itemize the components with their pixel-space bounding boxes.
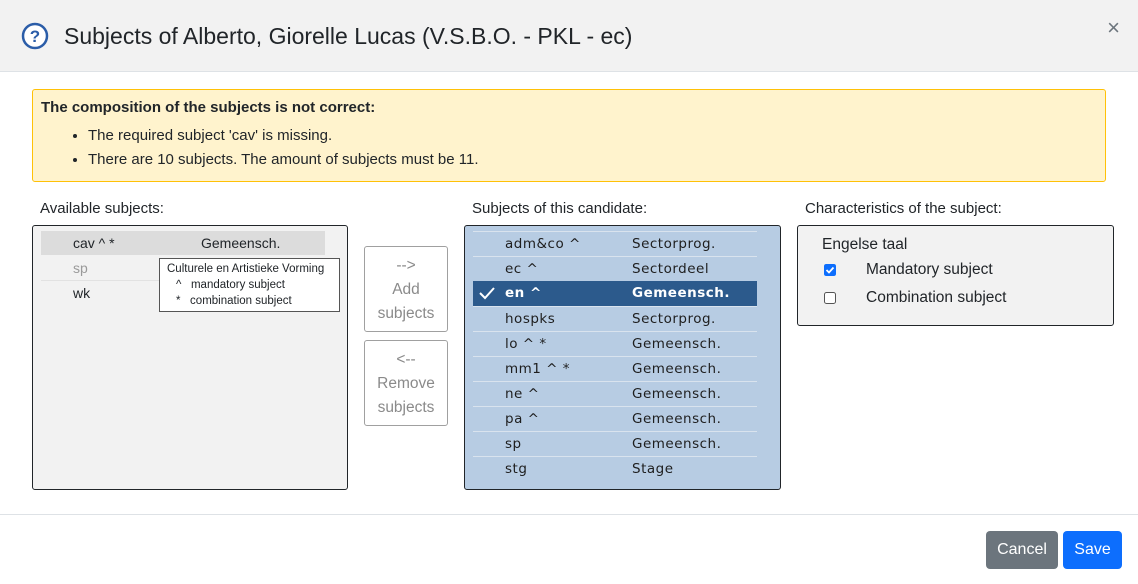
subject-code: cav ^ * bbox=[73, 235, 115, 251]
candidate-subjects-label: Subjects of this candidate: bbox=[472, 200, 648, 217]
dialog-title: Subjects of Alberto, Giorelle Lucas (V.S… bbox=[64, 23, 633, 49]
tooltip-title: Culturele en Artistieke Vorming bbox=[167, 263, 325, 275]
list-item[interactable]: hospks Sectorprog. bbox=[473, 306, 757, 331]
list-item[interactable]: ne ^ Gemeensch. bbox=[473, 381, 757, 406]
subject-code: wk bbox=[73, 285, 91, 301]
alert-message: There are 10 subjects. The amount of sub… bbox=[88, 148, 1097, 172]
save-button[interactable]: Save bbox=[1063, 531, 1122, 569]
subject-code: adm&co ^ bbox=[505, 236, 581, 252]
add-subjects-button[interactable]: --> Add subjects bbox=[364, 246, 448, 332]
tooltip-legend-mandatory: ^ mandatory subject bbox=[176, 279, 285, 291]
characteristics-label: Characteristics of the subject: bbox=[805, 200, 1002, 217]
list-item[interactable]: sp Gemeensch. bbox=[473, 431, 757, 456]
alert-message-list: The required subject 'cav' is missing. T… bbox=[41, 124, 1097, 172]
subject-code: mm1 ^ * bbox=[505, 361, 571, 377]
svg-text:?: ? bbox=[30, 27, 40, 46]
arrow-right-icon: --> bbox=[396, 257, 416, 274]
subject-sector: Gemeensch. bbox=[632, 411, 722, 427]
subject-sector: Gemeensch. bbox=[632, 336, 722, 352]
subject-code: en ^ bbox=[505, 285, 542, 301]
list-item[interactable]: pa ^ Gemeensch. bbox=[473, 406, 757, 431]
candidate-subjects-list[interactable]: adm&co ^ Sectorprog. ec ^ Sectordeel en … bbox=[464, 225, 781, 490]
subject-sector: Gemeensch. bbox=[201, 235, 281, 251]
list-item-selected[interactable]: en ^ Gemeensch. bbox=[473, 281, 757, 306]
footer-divider bbox=[0, 514, 1138, 515]
list-item[interactable]: mm1 ^ * Gemeensch. bbox=[473, 356, 757, 381]
subject-code: pa ^ bbox=[505, 411, 540, 427]
arrow-left-icon: <-- bbox=[396, 351, 416, 368]
remove-subjects-label: Remove bbox=[377, 375, 435, 392]
subject-sector: Stage bbox=[632, 461, 674, 477]
remove-subjects-button[interactable]: <-- Remove subjects bbox=[364, 340, 448, 426]
alert-title: The composition of the subjects is not c… bbox=[41, 99, 376, 116]
cancel-button[interactable]: Cancel bbox=[986, 531, 1058, 569]
list-item[interactable]: adm&co ^ Sectorprog. bbox=[473, 231, 757, 256]
available-subjects-label: Available subjects: bbox=[40, 200, 164, 217]
subject-code: sp bbox=[73, 260, 88, 276]
subject-sector: Sectorprog. bbox=[632, 311, 716, 327]
subject-code: hospks bbox=[505, 311, 556, 327]
mandatory-label: Mandatory subject bbox=[866, 261, 993, 278]
subject-sector: Gemeensch. bbox=[632, 285, 731, 301]
remove-subjects-label: subjects bbox=[377, 399, 435, 416]
checkmark-icon bbox=[479, 287, 495, 300]
subject-sector: Gemeensch. bbox=[632, 436, 722, 452]
subject-code: lo ^ * bbox=[505, 336, 547, 352]
subject-name: Engelse taal bbox=[822, 236, 908, 253]
close-icon[interactable]: × bbox=[1107, 16, 1120, 40]
list-item[interactable]: cav ^ * Gemeensch. bbox=[41, 231, 325, 255]
list-item[interactable]: ec ^ Sectordeel bbox=[473, 256, 757, 281]
mandatory-checkbox[interactable] bbox=[824, 264, 836, 276]
subject-code: ne ^ bbox=[505, 386, 540, 402]
subject-sector: Sectorprog. bbox=[632, 236, 716, 252]
characteristics-panel: Engelse taal Mandatory subject Combinati… bbox=[797, 225, 1114, 326]
subject-code: sp bbox=[505, 436, 522, 452]
add-subjects-label: Add bbox=[392, 281, 420, 298]
combination-label: Combination subject bbox=[866, 289, 1007, 306]
list-item[interactable]: lo ^ * Gemeensch. bbox=[473, 331, 757, 356]
subject-sector: Gemeensch. bbox=[632, 361, 722, 377]
validation-alert: The composition of the subjects is not c… bbox=[32, 89, 1106, 182]
subject-sector: Gemeensch. bbox=[632, 386, 722, 402]
combination-checkbox[interactable] bbox=[824, 292, 836, 304]
subject-code: ec ^ bbox=[505, 261, 539, 277]
question-circle-icon: ? bbox=[21, 22, 49, 50]
list-item[interactable]: stg Stage bbox=[473, 456, 757, 481]
tooltip-legend-combination: * combination subject bbox=[176, 295, 292, 307]
modal-header: ? Subjects of Alberto, Giorelle Lucas (V… bbox=[0, 0, 1138, 72]
subject-sector: Sectordeel bbox=[632, 261, 710, 277]
alert-message: The required subject 'cav' is missing. bbox=[88, 124, 1097, 148]
subject-code: stg bbox=[505, 461, 528, 477]
subject-tooltip: Culturele en Artistieke Vorming ^ mandat… bbox=[159, 258, 340, 312]
add-subjects-label: subjects bbox=[377, 305, 435, 322]
